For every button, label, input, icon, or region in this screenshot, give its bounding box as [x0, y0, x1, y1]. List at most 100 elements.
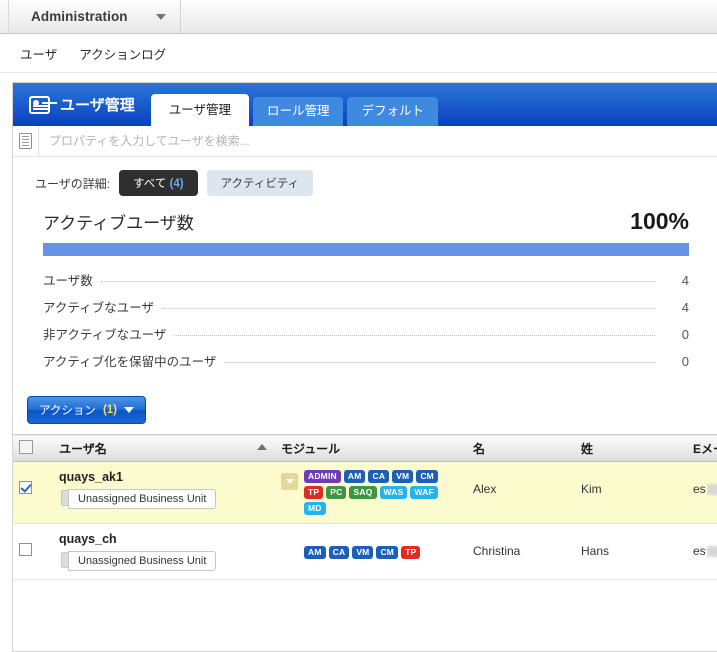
user-detail-filter-row: ユーザの詳細: すべて (4) アクティビティ — [13, 157, 717, 208]
header-last-name[interactable]: 姓 — [575, 434, 687, 462]
metric-label: 非アクティブなユーザ — [43, 328, 167, 342]
module-badge[interactable]: WAS — [379, 485, 408, 499]
tab-user-management[interactable]: ユーザ管理 — [150, 94, 249, 126]
tab-default[interactable]: デフォルト — [347, 97, 438, 126]
subnav-item-action-log[interactable]: アクションログ — [79, 44, 166, 63]
row-module-cell: AM CA VM CM TP — [275, 523, 467, 580]
appbar-filler — [181, 0, 717, 33]
module-badge[interactable]: CA — [328, 545, 350, 559]
row-last-name-cell: Hans — [575, 523, 687, 580]
row-email-cell: es — [687, 461, 717, 524]
module-wrap: AM CA VM CM TP — [281, 532, 461, 559]
application-bar: Administration — [0, 0, 717, 34]
module-badge[interactable]: AM — [304, 545, 326, 559]
user-detail-label: ユーザの詳細: — [35, 176, 111, 191]
filter-pill-activity[interactable]: アクティビティ — [206, 170, 314, 196]
email-prefix: es — [693, 482, 706, 496]
filter-pill-all[interactable]: すべて (4) — [119, 170, 198, 196]
row-last-name-cell: Kim — [575, 461, 687, 524]
row-first-name-cell: Alex — [467, 461, 575, 524]
module-badge[interactable]: AM — [343, 470, 366, 483]
panel-brand: ユーザ管理 — [21, 83, 151, 126]
users-table-body: quays_ak1 Unassigned Business Unit ADMIN… — [13, 461, 717, 580]
tab-role-management[interactable]: ロール管理 — [252, 97, 344, 126]
table-row[interactable]: quays_ch Unassigned Business Unit AM CA … — [13, 523, 717, 580]
metric-label: ユーザ数 — [43, 274, 93, 288]
email-redacted — [706, 484, 717, 495]
administration-menu[interactable]: Administration — [9, 0, 181, 33]
module-badge[interactable]: TP — [304, 485, 324, 499]
header-username-label: ユーザ名 — [59, 441, 107, 456]
id-card-icon — [29, 95, 50, 114]
module-badge[interactable]: SAQ — [349, 485, 377, 499]
metric-leader — [174, 335, 655, 336]
search-input[interactable] — [39, 126, 717, 156]
row-checkbox[interactable] — [19, 481, 32, 494]
table-row[interactable]: quays_ak1 Unassigned Business Unit ADMIN… — [13, 461, 717, 524]
users-table-head: ユーザ名 モジュール 名 姓 Eメール — [13, 434, 717, 462]
list-lines-icon[interactable] — [13, 126, 39, 156]
chevron-down-icon — [124, 407, 134, 413]
action-row: アクション (1) — [13, 378, 717, 434]
header-email[interactable]: Eメール — [687, 434, 717, 462]
module-badge[interactable]: VM — [352, 545, 374, 559]
list-lines-glyph — [19, 133, 32, 149]
active-users-summary: アクティブユーザ数 100% ユーザ数 4 アクティブなユーザ 4 非アクティブ… — [13, 208, 717, 378]
module-badges: AM CA VM CM TP — [304, 545, 421, 559]
header-select-all[interactable] — [13, 434, 53, 462]
module-badge[interactable]: CM — [416, 470, 438, 483]
select-all-checkbox[interactable] — [19, 439, 33, 454]
metrics-list: ユーザ数 4 アクティブなユーザ 4 非アクティブなユーザ 0 アクティブ化を保… — [43, 270, 689, 378]
username-text: quays_ch — [59, 531, 117, 546]
active-users-progress-fill — [43, 243, 689, 256]
row-select-cell[interactable] — [13, 461, 53, 524]
module-badge[interactable]: WAF — [410, 485, 438, 499]
module-badge[interactable]: MD — [304, 501, 326, 515]
metric-row: アクティブなユーザ 4 — [43, 297, 689, 324]
actions-button[interactable]: アクション (1) — [27, 396, 146, 424]
sort-ascending-icon[interactable] — [257, 444, 267, 450]
active-users-progress-bar — [43, 243, 689, 256]
module-badge[interactable]: TP — [401, 545, 421, 559]
row-email-cell: es — [687, 523, 717, 580]
module-badge[interactable]: CA — [368, 470, 390, 483]
row-module-cell: ADMIN AM CA VM CM TP PC SAQ WAS WAF MD — [275, 461, 467, 524]
tab-strip: ユーザ管理 ユーザ管理 ロール管理 デフォルト — [13, 83, 717, 126]
row-select-cell[interactable] — [13, 523, 53, 580]
module-badges: ADMIN AM CA VM CM TP PC SAQ WAS WAF MD — [304, 470, 449, 515]
business-unit-label: Unassigned Business Unit — [68, 489, 217, 509]
header-module[interactable]: モジュール — [275, 434, 467, 462]
filter-pill-all-count: (4) — [169, 178, 184, 190]
sub-navigation: ユーザ アクションログ — [0, 34, 717, 73]
row-username-cell: quays_ak1 Unassigned Business Unit — [53, 461, 275, 524]
metric-leader — [100, 281, 655, 282]
filter-pill-all-label: すべて — [133, 178, 167, 190]
metric-leader — [224, 362, 655, 363]
module-badge[interactable]: VM — [392, 470, 414, 483]
metric-row: ユーザ数 4 — [43, 270, 689, 297]
header-username[interactable]: ユーザ名 — [53, 434, 275, 462]
module-wrap: ADMIN AM CA VM CM TP PC SAQ WAS WAF MD — [281, 470, 461, 515]
summary-title: アクティブユーザ数 — [43, 214, 194, 233]
email-prefix: es — [693, 543, 706, 558]
module-expander-button[interactable] — [281, 473, 298, 490]
metric-leader — [161, 308, 655, 309]
summary-header: アクティブユーザ数 100% — [43, 208, 689, 243]
row-checkbox[interactable] — [19, 542, 32, 556]
actions-button-label: アクション — [39, 405, 96, 417]
business-unit-chip[interactable]: Unassigned Business Unit — [60, 489, 217, 509]
module-badge[interactable]: ADMIN — [304, 470, 341, 483]
row-first-name-cell: Christina — [467, 523, 575, 580]
subnav-item-users[interactable]: ユーザ — [20, 44, 57, 63]
module-badge[interactable]: CM — [376, 545, 399, 559]
panel-title: ユーザ管理 — [60, 97, 135, 114]
business-unit-chip[interactable]: Unassigned Business Unit — [60, 550, 217, 571]
metric-row: アクティブ化を保留中のユーザ 0 — [43, 351, 689, 378]
header-first-name[interactable]: 名 — [467, 434, 575, 462]
business-unit-label: Unassigned Business Unit — [68, 550, 217, 571]
metric-value: 4 — [681, 300, 689, 315]
row-username-cell: quays_ch Unassigned Business Unit — [53, 523, 275, 580]
chevron-down-icon[interactable] — [155, 13, 166, 20]
metric-value: 0 — [681, 354, 689, 369]
module-badge[interactable]: PC — [326, 485, 347, 499]
